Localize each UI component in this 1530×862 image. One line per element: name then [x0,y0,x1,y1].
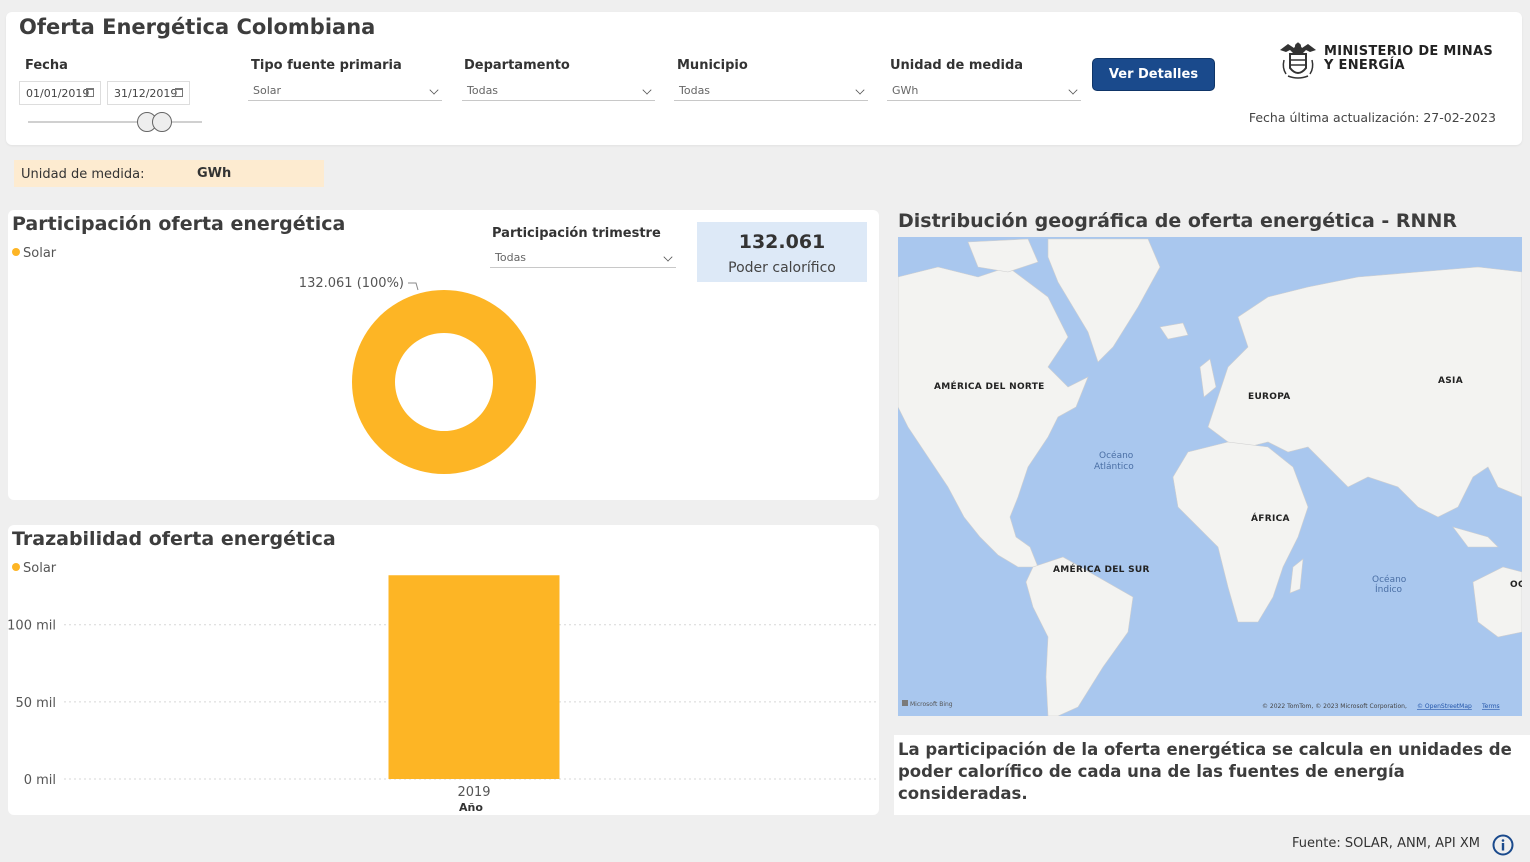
source-type-dropdown[interactable]: Solar [248,80,442,101]
municipality-value: Todas [679,84,711,97]
calendar-icon[interactable] [86,88,94,97]
view-details-button[interactable]: Ver Detalles [1092,58,1215,91]
date-range-slider-handle-end[interactable] [152,112,172,132]
x-axis-label: Año [459,801,483,814]
source-type-value: Solar [253,84,282,97]
note-text: La participación de la oferta energética… [898,740,1512,803]
label-asia: ASIA [1438,376,1463,386]
label-atlantic-2: Atlántico [1094,462,1134,472]
donut-chart: 132.061 (100%) [299,276,536,474]
label-africa: ÁFRICA [1251,512,1290,524]
ministry-logo: MINISTERIO DE MINAS Y ENERGÍA [1276,38,1496,82]
municipality-label: Municipio [677,58,748,73]
date-range-slider-track[interactable] [28,121,202,123]
label-north-america: AMÉRICA DEL NORTE [934,380,1045,392]
date-filter-label: Fecha [25,58,68,73]
map-title: Distribución geográfica de oferta energé… [898,210,1457,232]
terms-link[interactable]: Terms [1481,703,1500,710]
donut-data-label: 132.061 (100%) [299,276,404,291]
world-map[interactable]: AMÉRICA DEL NORTE AMÉRICA DEL SUR EUROPA… [898,237,1522,716]
unit-banner: Unidad de medida: GWh [14,160,324,187]
date-start-value: 01/01/2019 [26,87,90,100]
ministry-name: MINISTERIO DE MINAS Y ENERGÍA [1324,44,1493,73]
last-update-label: Fecha última actualización: [1248,110,1420,125]
unit-banner-value: GWh [197,166,232,181]
chevron-down-icon [642,85,652,95]
map-copyright: © 2022 TomTom, © 2023 Microsoft Corporat… [1262,703,1407,710]
department-dropdown[interactable]: Todas [462,80,655,101]
donut-leader-line [408,282,419,291]
unit-value: GWh [892,84,919,97]
date-start-input[interactable]: 01/01/2019 [19,81,101,105]
filter-panel: Oferta Energética Colombiana Fecha 01/01… [6,12,1522,145]
source-text: Fuente: SOLAR, ANM, API XM [1292,836,1480,851]
chevron-down-icon [855,85,865,95]
calendar-icon[interactable] [175,88,183,97]
bar-2019[interactable] [388,575,560,779]
label-indian-1: Océano [1372,574,1407,585]
chevron-down-icon [1068,85,1078,95]
note-card: La participación de la oferta energética… [894,735,1530,815]
label-oceania: OC [1510,580,1522,590]
y-tick-label: 50 mil [15,696,56,711]
last-update-value: 27-02-2023 [1423,110,1496,125]
municipality-dropdown[interactable]: Todas [674,80,868,101]
label-indian-2: Índico [1375,583,1403,595]
department-value: Todas [467,84,499,97]
source-type-label: Tipo fuente primaria [251,58,402,73]
unit-label: Unidad de medida [890,58,1024,73]
bing-logo-icon [902,700,908,706]
label-europe: EUROPA [1248,392,1291,402]
donut-slice-solar[interactable] [351,290,536,474]
unit-banner-label: Unidad de medida: [21,167,145,182]
bing-label: Microsoft Bing [910,701,953,708]
unit-dropdown[interactable]: GWh [887,80,1081,101]
date-end-value: 31/12/2019 [114,87,178,100]
y-tick-label: 0 mil [24,773,56,788]
last-update-info: Fecha última actualización: 27-02-2023 [1249,110,1496,125]
page-title: Oferta Energética Colombiana [19,15,376,39]
label-south-america: AMÉRICA DEL SUR [1053,563,1150,575]
traceability-card: Trazabilidad oferta energética Solar 0 m… [8,525,879,815]
x-tick-label: 2019 [457,785,490,800]
y-tick-label: 100 mil [8,619,56,634]
bar-chart: 0 mil 50 mil 100 mil 2019Año [8,575,879,814]
date-end-input[interactable]: 31/12/2019 [107,81,190,105]
department-label: Departamento [464,58,570,73]
participation-card: Participación oferta energética Solar Pa… [8,210,879,500]
openstreetmap-link[interactable]: © OpenStreetMap [1417,703,1472,710]
chevron-down-icon [429,85,439,95]
coat-of-arms-icon [1280,42,1316,79]
label-atlantic-1: Océano [1099,450,1134,461]
info-icon[interactable] [1492,834,1514,856]
map-card: Distribución geográfica de oferta energé… [894,208,1528,720]
